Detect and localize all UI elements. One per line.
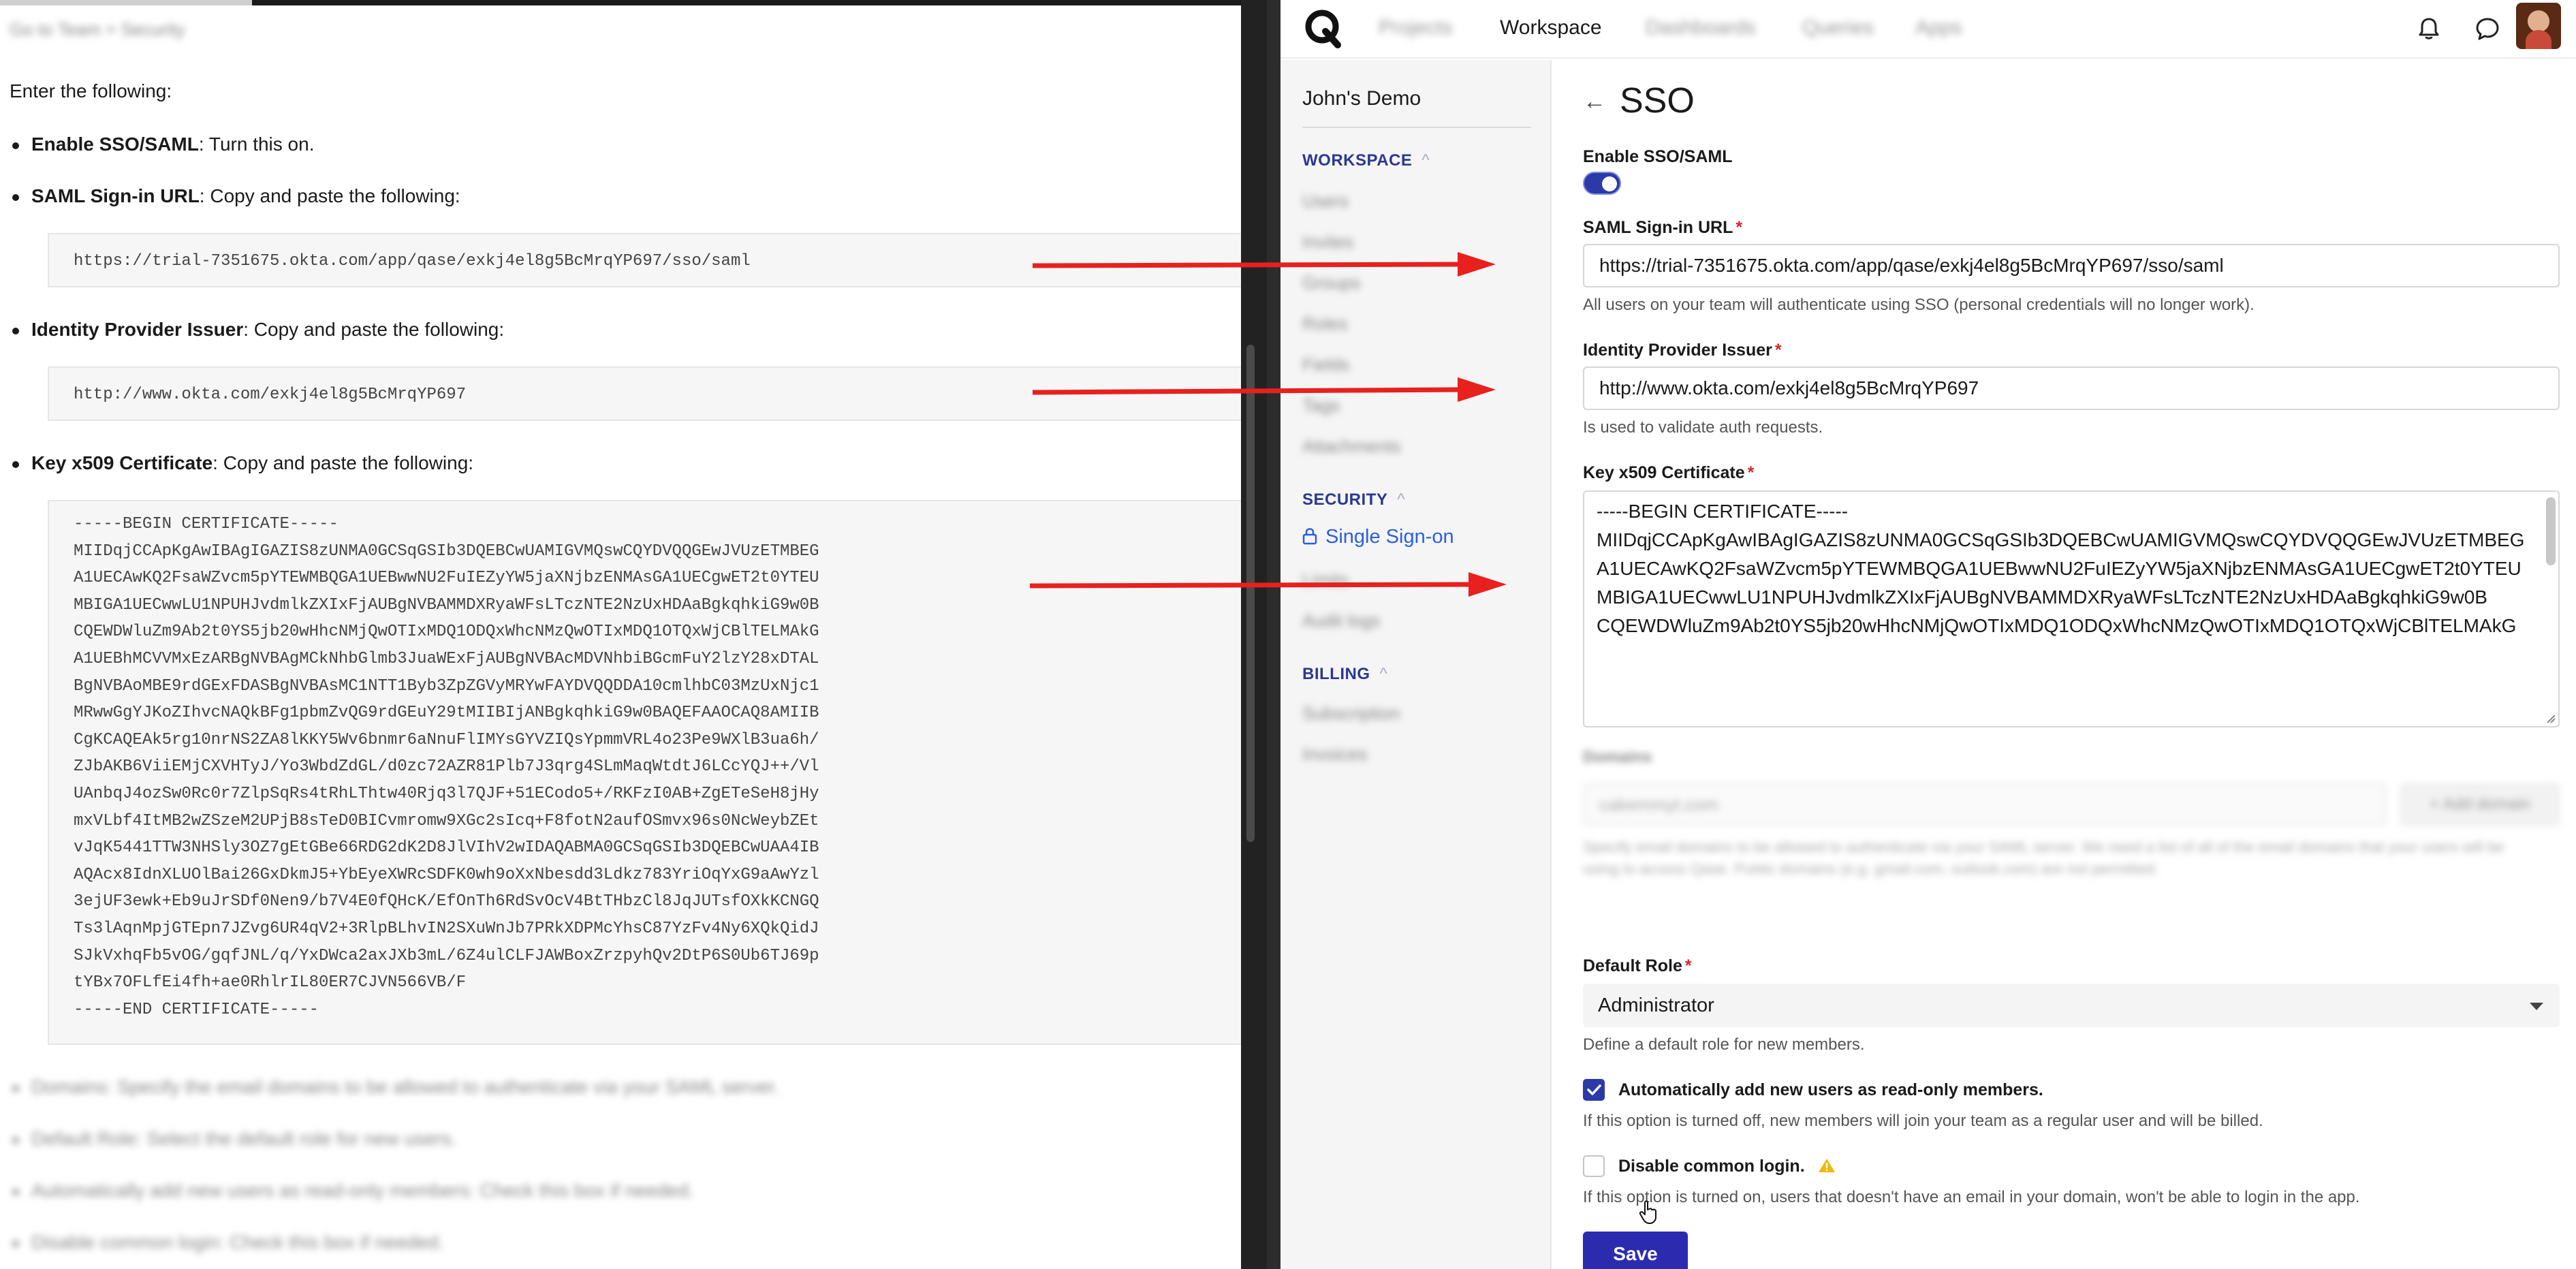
doc-step-saml-url: SAML Sign-in URL: Copy and paste the fol… [12,185,460,206]
issuer-help: Is used to validate auth requests. [1583,418,1823,437]
lock-icon [1302,528,1317,545]
chevron-up-icon: ^ [1397,490,1406,509]
issuer-label: Identity Provider Issuer * [1583,341,1782,360]
qase-logo-icon[interactable] [1302,7,1343,49]
disable-login-label[interactable]: Disable common login. [1618,1157,1836,1176]
sidebar-section-workspace[interactable]: WORKSPACE ^ [1302,151,1430,170]
cert-line: CgKCAQEAk5rg10nrNS2ZA8lKKY5Wv6bnmr6aNnuF… [74,730,819,749]
enable-sso-toggle[interactable] [1583,172,1621,195]
cert-line: BgNVBAoMBE9rdGExFDASBgNVBAsMC1NTT1Byb3Zp… [74,676,819,695]
doc-breadcrumb: Go to Team > Security [10,19,185,40]
auto-add-checkbox[interactable] [1583,1079,1605,1101]
saml-url-help: All users on your team will authenticate… [1583,296,2255,314]
sidebar-item-invoices[interactable]: Invoices [1302,744,1367,765]
chat-icon[interactable] [2472,14,2502,44]
doc-step-enable-sso: Enable SSO/SAML: Turn this on. [12,134,315,155]
domains-section: Domains cakemmyt.com + Add domain Specif… [1583,748,2564,884]
chevron-down-icon [2530,1003,2543,1010]
default-role-select[interactable]: Administrator [1583,984,2560,1027]
doc-step-domains: Domains: Specify the email domains to be… [12,1076,779,1097]
cert-line: MRwwGgYJKoZIhvcNAQkBFg1pbmZvQG9rdGEuY29t… [74,704,819,723]
cert-line: SJkVxhqFb5vOG/gqfJNL/q/YxDWca2axJXb3mL/6… [74,946,819,965]
domains-input[interactable]: cakemmyt.com [1583,783,2387,826]
sso-settings-form: ← SSO Enable SSO/SAML SAML Sign-in URL * … [1552,60,2576,1269]
issuer-input[interactable]: http://www.okta.com/exkj4el8g5BcMrqYP697 [1583,366,2560,410]
chevron-up-icon: ^ [1421,151,1430,170]
doc-intro: Enter the following: [10,80,172,101]
cert-line: ZJbAKB6ViiEMjCXVHTyJ/Yo3WbdZdGL/d0zc72AZ… [74,757,819,777]
cert-line: -----BEGIN CERTIFICATE----- [74,515,339,533]
arrow-saml-url [1032,252,1496,277]
nav-workspace[interactable]: Workspace [1500,16,1602,40]
saml-url-input[interactable]: https://trial-7351675.okta.com/app/qase/… [1583,244,2560,287]
nav-projects[interactable]: Projects [1379,16,1452,40]
sidebar-item-roles[interactable]: Roles [1302,313,1347,334]
cert-line: MIIDqjCCApKgAwIBAgIGAZIS8zUNMA0GCSqGSIb3… [74,542,819,561]
back-arrow-icon[interactable]: ← [1583,89,1606,115]
cert-line: AQAcx8IdnXLUOlBai26GxDkmJ5+YbEyeXWRcSDFK… [74,865,819,884]
certificate-text: -----BEGIN CERTIFICATE----- MIIDqjCCApKg… [1597,501,2525,636]
arrow-certificate [1029,572,1507,597]
chevron-up-icon: ^ [1379,665,1388,683]
nav-queries[interactable]: Queries [1802,16,1874,40]
doc-top-bar [0,0,1241,5]
certificate-textarea[interactable]: -----BEGIN CERTIFICATE----- MIIDqjCCApKg… [1583,490,2560,727]
arrow-issuer [1032,377,1496,402]
sidebar-item-subscription[interactable]: Subscription [1302,703,1400,724]
qase-app: Projects Workspace Dashboards Queries Ap… [1281,0,2576,1269]
save-button[interactable]: Save [1583,1232,1688,1269]
split-divider[interactable] [1241,0,1281,1269]
cert-line: CQEWDWluZm9Ab2t0YS5jb20wHhcNMjQwOTIxMDQ1… [74,623,819,642]
top-navigation: Projects Workspace Dashboards Queries Ap… [1281,0,2576,59]
workspace-name: John's Demo [1302,87,1421,110]
cert-line: 3ejUF3ewk+Eb9uJrSDf0Nen9/b7V4E0fQHcK/EfO… [74,892,819,911]
doc-step-issuer: Identity Provider Issuer: Copy and paste… [12,319,505,340]
default-role-label: Default Role * [1583,956,1692,975]
hand-cursor-icon [1639,1200,1656,1224]
cert-line: vJqK5441TTW3NHSly3OZ7gEtGBe66RDG2dK2D8Jl… [74,839,819,858]
doc-step-default-role: Default Role: Select the default role fo… [12,1128,457,1149]
cert-line: -----END CERTIFICATE----- [74,1000,319,1019]
doc-step-auto-add: Automatically add new users as read-only… [12,1180,694,1201]
nav-apps[interactable]: Apps [1915,16,1962,40]
nav-dashboards[interactable]: Dashboards [1646,16,1756,40]
disable-login-help: If this option is turned on, users that … [1583,1188,2360,1206]
auto-add-help: If this option is turned off, new member… [1583,1112,2263,1130]
saml-url-label: SAML Sign-in URL * [1583,218,1743,237]
doc-step-cert: Key x509 Certificate: Copy and paste the… [12,452,474,473]
bell-icon[interactable] [2414,14,2444,44]
cert-line: tYBx7OFLfEi4fh+ae0RhlrIL80ER7CJVN566VB/F [74,973,467,992]
default-role-help: Define a default role for new members. [1583,1035,1865,1054]
settings-sidebar: John's Demo WORKSPACE ^ Users Invites Gro… [1281,60,1552,1269]
page-title: SSO [1620,81,1695,121]
domains-help: Specify email domains to be allowed to a… [1583,839,2504,877]
domains-label: Domains [1583,748,1652,766]
auto-add-label[interactable]: Automatically add new users as read-only… [1618,1080,2043,1100]
doc-step-disable-login: Disable common login: Check this box if … [12,1232,444,1253]
resize-handle-icon[interactable] [2545,712,2556,723]
cert-line: A1UEBhMCVVMxEzARBgNVBAgMCkNhbGlmb3JuaWEx… [74,649,819,668]
sidebar-item-attachments[interactable]: Attachments [1302,436,1401,457]
cert-line: UAnbqJ4ozSw0Rc0r7ZlpSqRs4tRhLThtw40Rjq3l… [74,784,819,803]
cert-line: mxVLbf4ItMB2wZSzeM2UPjB8sTeD0BICvmromw9X… [74,811,819,830]
disable-login-checkbox[interactable] [1583,1155,1605,1177]
sidebar-item-users[interactable]: Users [1302,191,1349,212]
certificate-label: Key x509 Certificate * [1583,463,1755,482]
cert-line: Ts3lAqnMpjGTEpn7JZvg6UR4qV2+3RlpBLhvIN2S… [74,919,819,938]
warning-icon [1818,1159,1835,1172]
sidebar-item-single-sign-on[interactable]: Single Sign-on [1302,526,1454,548]
user-avatar[interactable] [2516,3,2561,49]
enable-sso-label: Enable SSO/SAML [1583,147,1733,166]
sidebar-section-security[interactable]: SECURITY ^ [1302,490,1405,510]
add-domain-button[interactable]: + Add domain [2400,783,2560,826]
sidebar-section-billing[interactable]: BILLING ^ [1302,665,1387,684]
textarea-scrollbar[interactable] [2546,497,2556,565]
sidebar-item-audit-logs[interactable]: Audit logs [1302,610,1380,631]
documentation-pane: Go to Team > Security Enter the followin… [0,0,1241,1269]
